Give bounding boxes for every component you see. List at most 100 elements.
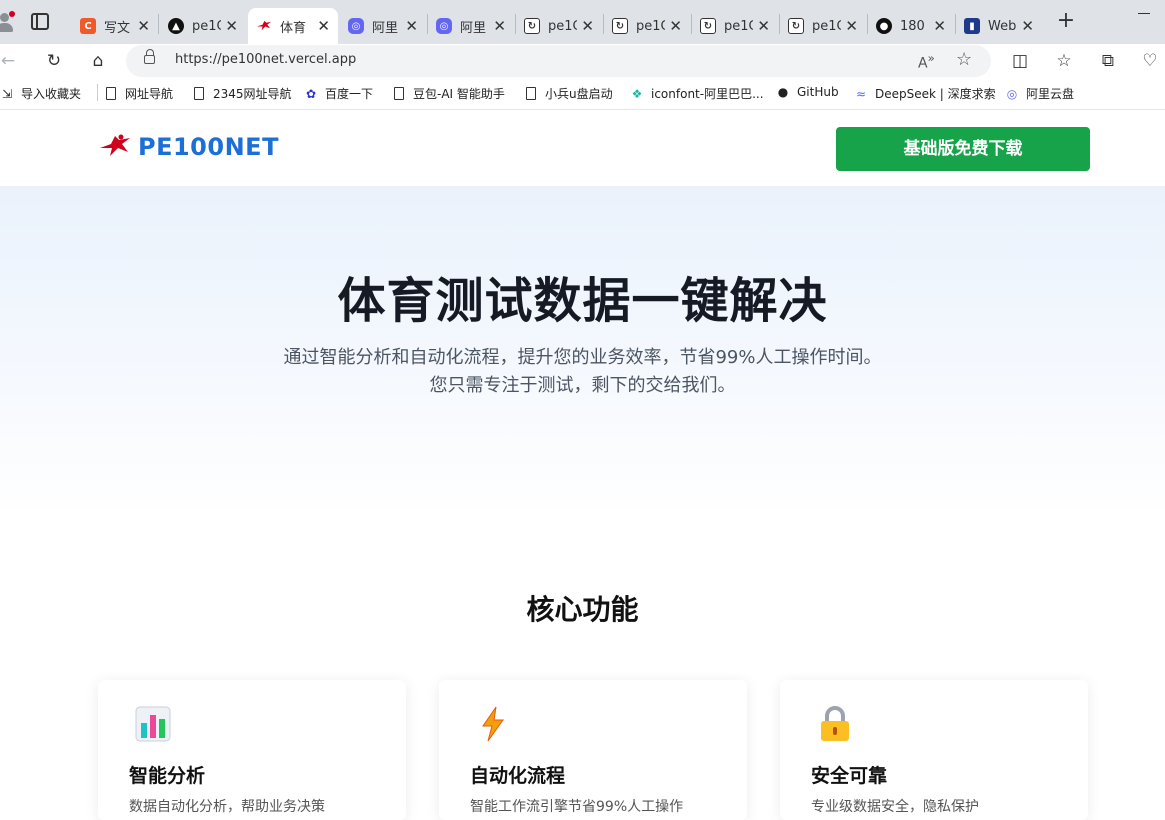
browser-tab[interactable]: ◎ 阿里 ✕ [428,8,514,44]
aliyun-drive-icon: ◎ [1006,86,1018,101]
free-download-button[interactable]: 基础版免费下载 [836,127,1090,171]
doc-icon: ↻ [700,18,716,34]
iconfont-icon: ❖ [631,86,643,101]
bookmark-label: 百度一下 [325,87,374,101]
collections-icon[interactable]: ⧉ [1096,49,1120,73]
bookmark-item[interactable]: 2345网址导航 [192,85,292,102]
tab-title: 阿里 [372,20,399,36]
browser-tab-bar: C 写文 ✕ ▲ pe1C ✕ 体育 ✕ ◎ 阿里 ✕ ◎ 阿里 ✕ ↻ pe1… [0,0,1165,44]
github-icon: ● [876,18,892,34]
feature-card-title: 智能分析 [129,765,206,787]
read-aloud-icon[interactable]: A» [918,51,935,72]
page-icon [104,87,118,101]
close-icon[interactable]: ✕ [845,17,858,35]
close-icon[interactable]: ✕ [317,17,330,35]
browser-tab-active[interactable]: 体育 ✕ [248,8,338,44]
close-icon[interactable]: ✕ [493,17,506,35]
baidu-icon: ✿ [305,86,317,101]
lock-icon [816,705,854,743]
browser-tab[interactable]: ↻ pe1C ✕ [692,8,778,44]
close-icon[interactable]: ✕ [581,17,594,35]
close-icon[interactable]: ✕ [669,17,682,35]
bookmark-item[interactable]: ✿ 百度一下 [304,85,373,102]
hero-title: 体育测试数据一键解决 [337,273,828,329]
feature-card-title: 自动化流程 [470,765,566,787]
tab-title: pe1C [548,18,578,34]
tab-title: 180 [900,18,925,34]
github-icon: ● [777,85,789,99]
browser-toolbar: ← ↻ ⌂ https://pe100net.vercel.app A» ☆ ◫… [0,44,1165,78]
refresh-icon[interactable]: ↻ [42,49,66,73]
browser-essentials-icon[interactable]: ♡ [1138,49,1162,73]
tab-title: Web [988,18,1017,34]
bookmark-label: DeepSeek | 深度求索 [875,87,996,101]
browser-tab[interactable]: C 写文 ✕ [72,8,158,44]
bookmark-item[interactable]: ⇲ 导入收藏夹 [0,85,81,102]
doc-icon: ↻ [788,18,804,34]
tab-title: 体育 [280,20,307,36]
bookmark-item[interactable]: ❖ iconfont-阿里巴巴... [630,85,764,102]
bookmark-label: 阿里云盘 [1026,87,1075,101]
close-icon[interactable]: ✕ [137,17,150,35]
runner-logo-icon[interactable] [98,133,132,159]
features-section-title: 核心功能 [526,593,639,626]
triangle-logo-icon: ▲ [168,18,184,34]
close-icon[interactable]: ✕ [933,17,946,35]
site-header: PE100NET 基础版免费下载 [0,111,1165,187]
tab-title: pe1C [812,18,842,34]
favorite-star-icon[interactable]: ☆ [956,49,972,70]
feature-card[interactable]: 自动化流程 智能工作流引擎节省99%人工操作 [439,680,747,820]
bookmark-item[interactable]: 网址导航 [104,85,173,102]
bookmark-item[interactable]: ● GitHub [776,85,839,99]
browser-tab[interactable]: ↻ pe1C ✕ [780,8,866,44]
feature-card[interactable]: 智能分析 数据自动化分析，帮助业务决策 [98,680,406,820]
deepseek-icon: ≈ [855,86,867,101]
logo-text[interactable]: PE100NET [138,133,279,161]
close-icon[interactable]: ✕ [757,17,770,35]
address-bar[interactable]: https://pe100net.vercel.app A» ☆ [126,45,991,77]
page-icon [524,87,538,101]
browser-tab[interactable]: ↻ pe1C ✕ [604,8,690,44]
home-icon[interactable]: ⌂ [86,49,110,73]
new-tab-icon[interactable]: + [1055,10,1077,34]
bookmark-item[interactable]: 小兵u盘启动 [524,85,613,102]
bookmark-item[interactable]: ≈ DeepSeek | 深度求索 [854,85,996,102]
close-icon[interactable]: ✕ [1021,17,1034,35]
browser-tab[interactable]: ↻ pe1C ✕ [516,8,602,44]
hero-subtitle: 通过智能分析和自动化流程，提升您的业务效率，节省99%人工操作时间。 [283,347,882,368]
doc-icon: ↻ [612,18,628,34]
close-icon[interactable]: ✕ [225,17,238,35]
browser-tab[interactable]: ▮ Web ✕ [956,8,1042,44]
aliyun-drive-icon: ◎ [348,18,364,34]
bookmark-item[interactable]: ◎ 阿里云盘 [1005,85,1074,102]
c-logo-icon: C [80,18,96,34]
browser-tab[interactable]: ▲ pe1C ✕ [160,8,246,44]
browser-tab[interactable]: ● 180 ✕ [868,8,954,44]
tab-title: pe1C [636,18,666,34]
tab-actions-icon[interactable] [31,13,49,30]
split-screen-icon[interactable]: ◫ [1008,49,1032,73]
bookmark-item[interactable]: 豆包-AI 智能助手 [392,85,505,102]
feature-card-desc: 智能工作流引擎节省99%人工操作 [470,799,684,815]
minimize-icon[interactable] [1138,13,1150,14]
bookmark-label: iconfont-阿里巴巴... [651,87,764,101]
tab-title: pe1C [192,18,222,34]
bookmark-label: GitHub [797,85,839,99]
close-icon[interactable]: ✕ [405,17,418,35]
web-icon: ▮ [964,18,980,34]
page-icon [192,87,206,101]
bookmark-label: 2345网址导航 [213,87,292,101]
tab-title: pe1C [724,18,754,34]
back-icon[interactable]: ← [0,49,20,73]
profile-avatar-icon[interactable] [0,10,16,32]
aliyun-drive-icon: ◎ [436,18,452,34]
bookmark-label: 网址导航 [125,87,174,101]
import-icon: ⇲ [1,86,13,101]
lock-icon[interactable] [144,49,155,64]
browser-tab[interactable]: ◎ 阿里 ✕ [340,8,426,44]
tab-title: 写文 [104,20,131,36]
url-text[interactable]: https://pe100net.vercel.app [175,52,356,67]
favorites-icon[interactable]: ☆ [1052,49,1076,73]
bookmark-label: 导入收藏夹 [21,87,82,101]
feature-card[interactable]: 安全可靠 专业级数据安全，隐私保护 [780,680,1088,820]
